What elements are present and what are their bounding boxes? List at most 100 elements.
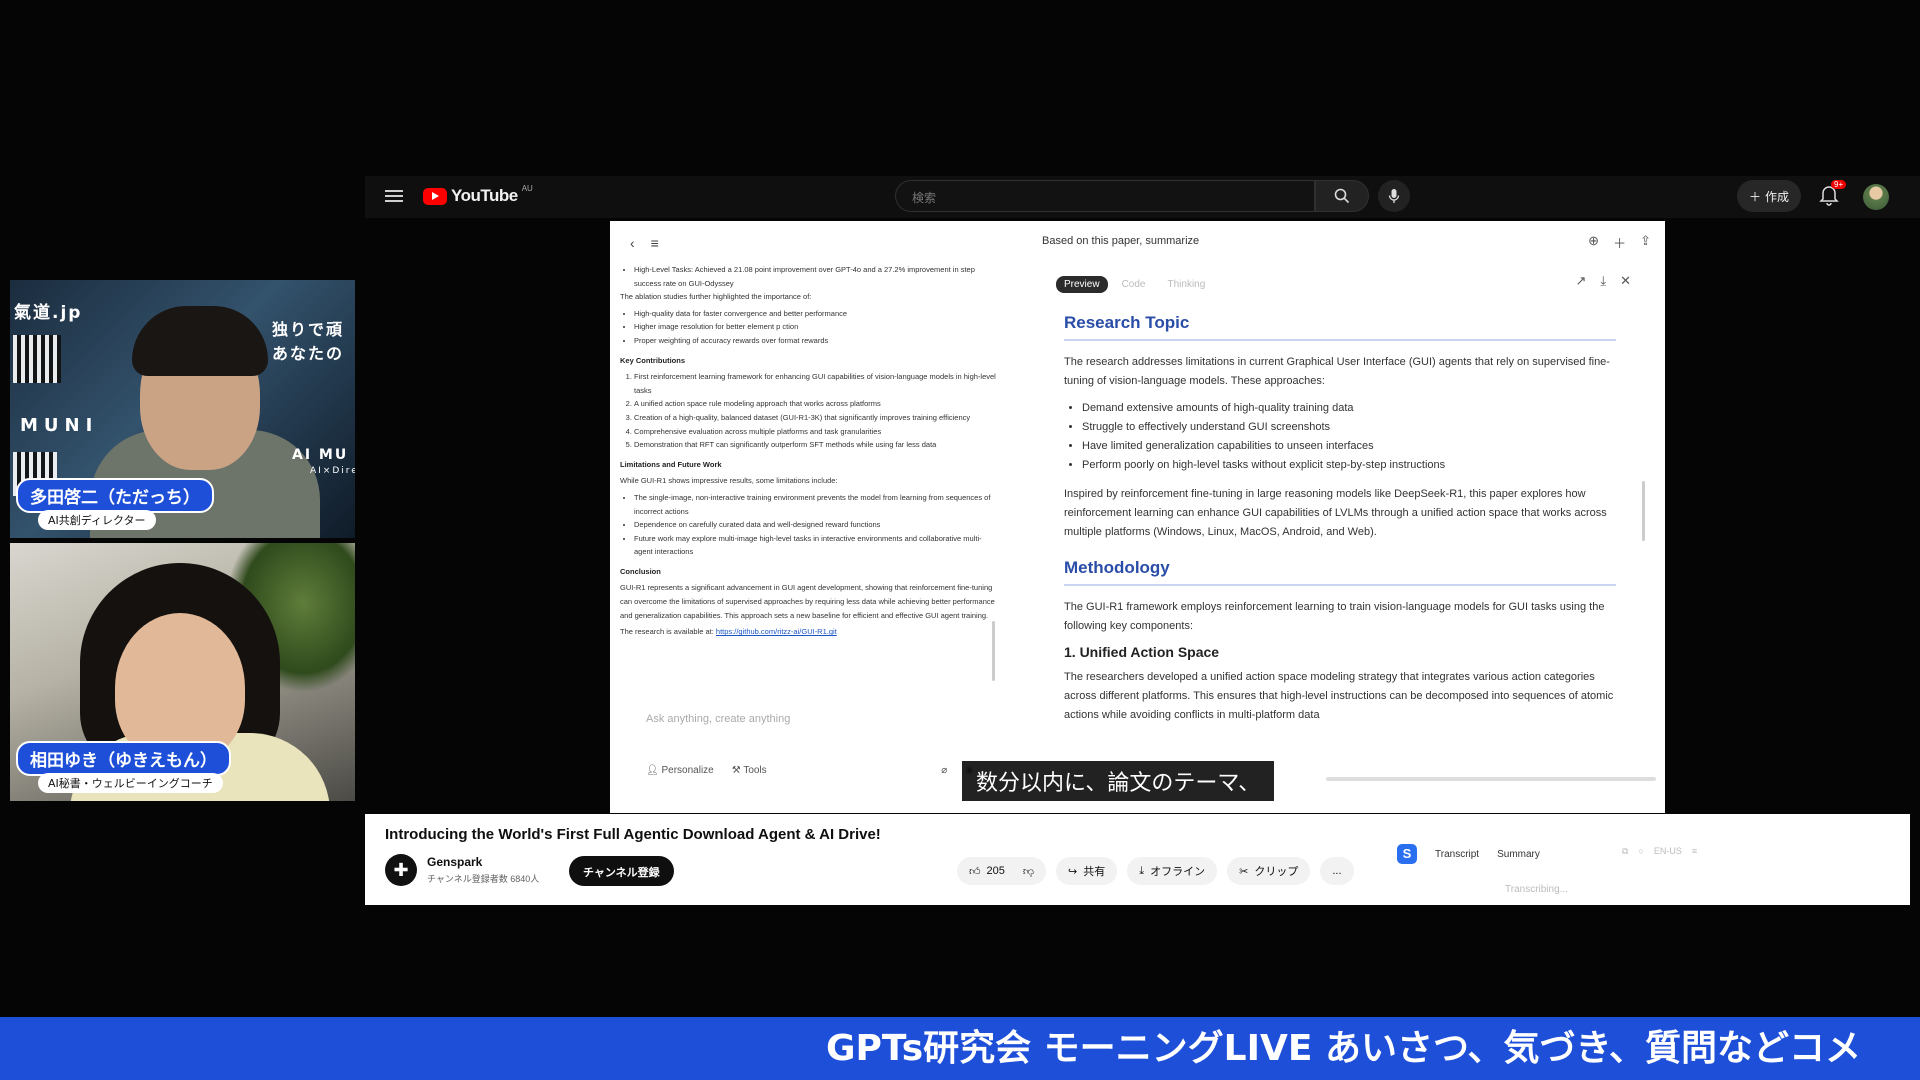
paragraph: The ablation studies further highlighted… [620,292,812,302]
copy-icon[interactable]: ⧉ [1622,846,1628,857]
list-item: First reinforcement learning framework f… [634,370,998,397]
download-icon[interactable]: ⤓ [1600,273,1606,289]
section-title: Research Topic [1064,313,1616,341]
tab-code[interactable]: Code [1114,276,1154,293]
list-item: Comprehensive evaluation across multiple… [634,425,998,439]
paragraph: The research addresses limitations in cu… [1064,356,1610,387]
summary-document: Research Topic The research addresses li… [1064,313,1616,733]
share-button[interactable]: ↪ 共有 [1056,857,1118,885]
overlay-text: MUNI [20,415,99,436]
search-input[interactable]: 検索 [895,180,1315,212]
paragraph: The researchers developed a unified acti… [1064,671,1614,721]
chat-message: High-Level Tasks: Achieved a 21.08 point… [620,263,998,703]
like-count: 205 [986,865,1005,877]
preview-tabs: Preview Code Thinking [1056,276,1213,293]
person-icon: 👤︎ [646,765,662,776]
download-button[interactable]: ⤓ オフライン [1127,857,1218,885]
list-item: The single-image, non-interactive traini… [634,491,998,518]
settings-icon[interactable]: ○ [1638,846,1643,857]
back-icon[interactable]: ‹ [630,235,635,251]
close-icon[interactable]: ✕ [1620,273,1631,289]
preview-header-actions: ⊕ ＋ ⇪ [1588,233,1651,252]
plus-icon[interactable]: ＋ [1613,233,1626,252]
create-button[interactable]: ＋ 作成 [1737,180,1802,212]
subscribe-button[interactable]: チャンネル登録 [569,856,674,886]
youtube-logo[interactable]: YouTube AU [423,184,533,206]
menu-icon[interactable]: ≡ [1692,846,1697,857]
share-label: 共有 [1083,866,1106,878]
paragraph: GUI-R1 represents a significant advancem… [620,583,995,620]
chat-pane-toolbar: ‹ ≡ [630,235,659,251]
scrollbar[interactable] [1642,481,1645,541]
host-role-tag: AI共創ディレクター [38,510,156,530]
chat-pane: ‹ ≡ High-Level Tasks: Achieved a 21.08 p… [610,221,1000,813]
preview-header-title: Based on this paper, summarize [1042,235,1200,247]
list-item: Struggle to effectively understand GUI s… [1082,418,1616,437]
open-external-icon[interactable]: ↗ [1575,273,1586,289]
create-label: 作成 [1765,189,1790,204]
hamburger-menu-icon[interactable] [385,187,403,205]
video-info-bar: Introducing the World's First Full Agent… [365,814,1910,905]
video-caption: 数分以内に、論文のテーマ、 [962,761,1275,801]
list-item: Have limited generalization capabilities… [1082,437,1616,456]
genspark-app-window: ‹ ≡ High-Level Tasks: Achieved a 21.08 p… [610,221,1665,813]
transcript-extension: S Transcript Summary [1397,844,1540,864]
list-item: High-Level Tasks: Achieved a 21.08 point… [634,263,998,290]
extension-actions: ⧉ ○ EN-US ≡ [1622,846,1697,857]
thumbs-down-icon[interactable]: 👎︎ [1023,865,1034,878]
ticker-banner: GPTs研究会 モーニングLIVE あいさつ、気づき、質問などコメ [0,1017,1920,1080]
language-selector[interactable]: EN-US [1654,846,1682,857]
voice-search-button[interactable] [1378,180,1410,212]
personalize-label: Personalize [661,765,714,776]
overlay-text: 氣道.jp [14,303,83,323]
list-item: Creation of a high-quality, balanced dat… [634,411,998,425]
download-icon: ⤓ [1139,864,1145,877]
list-item: Higher image resolution for better eleme… [634,320,998,334]
attach-icon[interactable]: ⌀ [941,765,947,776]
like-button[interactable]: 👍︎ 205 👎︎ [957,857,1047,885]
github-link[interactable]: https://github.com/ritzz-ai/GUI-R1.git [716,627,837,636]
youtube-play-icon [423,187,447,205]
stream-canvas: YouTube AU 検索 ＋ 作成 9+ 氣道.jp 独りで頑 あなたの MU… [0,0,1920,1080]
globe-icon[interactable]: ⊕ [1588,233,1599,252]
search-button[interactable] [1315,180,1369,212]
preview-pane: Based on this paper, summarize ⊕ ＋ ⇪ Pre… [1026,221,1665,813]
list-item: Future work may explore multi-image high… [634,532,998,559]
transcript-tab[interactable]: Transcript [1435,849,1479,860]
video-actions: 👍︎ 205 👎︎ ↪ 共有 ⤓ オフライン ✂ クリップ ... [957,857,1354,885]
notifications-button[interactable]: 9+ [1819,180,1847,208]
channel-avatar[interactable]: ✚ [385,854,417,886]
clip-button[interactable]: ✂ クリップ [1227,857,1311,885]
list-item: Demonstration that RFT can significantly… [634,438,998,452]
person-hair [132,306,268,376]
share-icon[interactable]: ⇪ [1640,233,1651,252]
thumbs-up-icon: 👍︎ [969,865,981,878]
overlay-text: AI×Direct [310,466,355,476]
scissors-icon: ✂ [1239,865,1249,878]
paragraph: The GUI-R1 framework employs reinforceme… [1064,601,1605,632]
search-icon [1334,188,1350,204]
tab-thinking[interactable]: Thinking [1159,276,1213,293]
scrollbar[interactable] [992,621,995,681]
ask-input[interactable]: Ask anything, create anything [630,713,990,725]
tab-preview[interactable]: Preview [1056,276,1108,293]
channel-name[interactable]: Genspark [427,855,482,869]
youtube-header: YouTube AU 検索 ＋ 作成 9+ [365,176,1920,218]
extension-logo-icon: S [1397,844,1417,864]
list-icon[interactable]: ≡ [651,235,659,251]
ask-input-box[interactable]: Ask anything, create anything 👤︎ Persona… [630,713,990,801]
summary-tab[interactable]: Summary [1497,849,1540,860]
overlay-text: あなたの [272,344,345,363]
transcribing-status: Transcribing... [1505,884,1568,895]
personalize-button[interactable]: 👤︎ Personalize [646,765,714,776]
account-avatar[interactable] [1863,184,1889,210]
share-icon: ↪ [1068,865,1078,878]
paragraph: The research is available at: https://gi… [620,625,998,639]
microphone-icon [1388,189,1400,203]
webcam-host-2: 相田ゆき（ゆきえもん） AI秘書・ウェルビーイングコーチ [10,543,355,801]
section-heading: Key Contributions [620,355,685,365]
ask-toolbar: 👤︎ Personalize ⚒︎ Tools ⌀ ◉ [646,765,974,776]
tools-button[interactable]: ⚒︎ Tools [732,765,767,776]
horizontal-scrollbar[interactable] [1326,777,1656,781]
more-button[interactable]: ... [1320,857,1354,885]
